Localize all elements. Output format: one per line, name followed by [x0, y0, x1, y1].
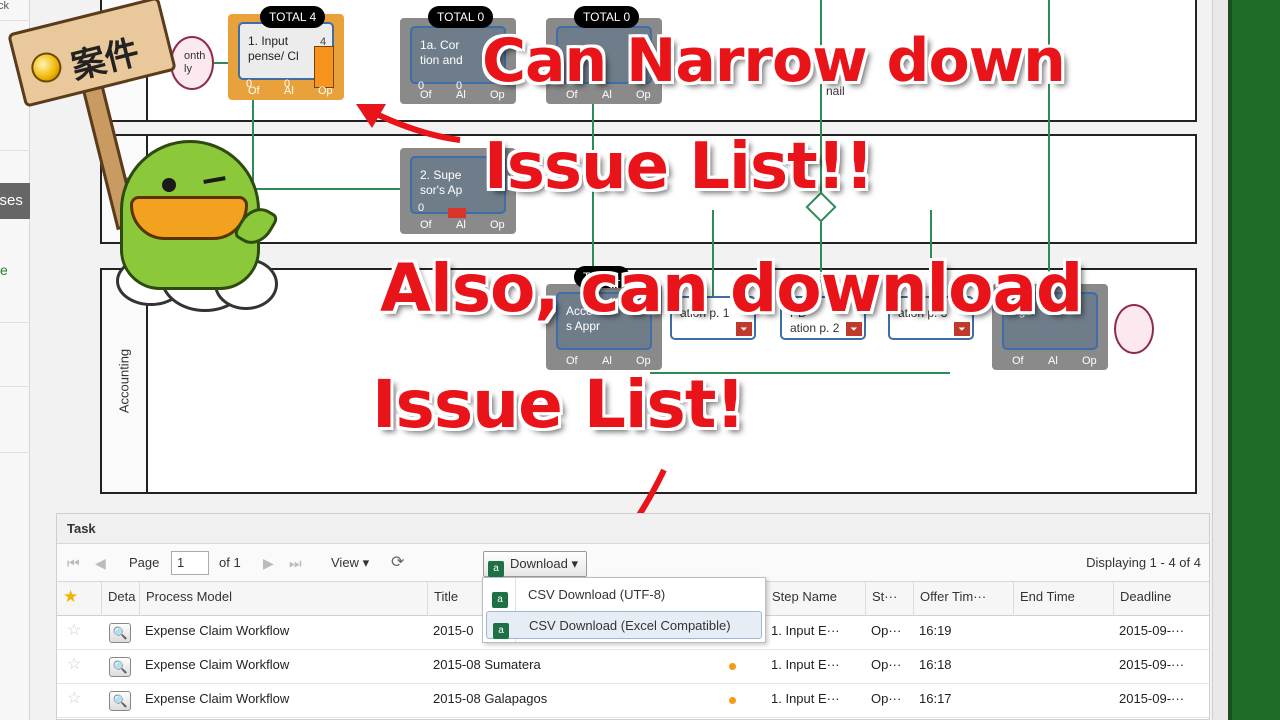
cell-offer-time: 16:18 — [919, 657, 952, 672]
nav-divider — [0, 20, 30, 21]
cell-offer-time: 16:19 — [919, 623, 952, 638]
flow-edge — [252, 100, 254, 190]
cell-status: Op··· — [871, 623, 902, 638]
cell-process-model: Expense Claim Workflow — [145, 691, 290, 706]
mascot-mask — [130, 196, 248, 240]
cell-title: 2015-08 Sumatera — [433, 657, 541, 672]
col-step-name[interactable]: Step Name — [765, 582, 865, 616]
total-badge: TOTAL 0 — [574, 6, 640, 28]
cell-deadline: 2015-09-··· — [1119, 623, 1185, 638]
cell-status: Op··· — [871, 657, 902, 672]
status-dot-icon — [729, 697, 736, 704]
col-process-model[interactable]: Process Model — [139, 582, 427, 616]
col-end-time[interactable]: End Time — [1013, 582, 1113, 616]
first-page-icon[interactable]: ⏮ — [67, 552, 80, 574]
caption-line-4: Issue List! — [372, 366, 745, 443]
cell-step-name: 1. Input E··· — [771, 623, 840, 638]
refresh-icon[interactable]: ⟳ — [391, 552, 404, 574]
count-bar — [314, 46, 334, 88]
favorite-star-icon[interactable]: ☆ — [67, 654, 81, 674]
cell-step-name: 1. Input E··· — [771, 657, 840, 672]
cell-title: 2015-08 Galapagos — [433, 691, 548, 706]
screen: ck sses e visor Accounting ont — [0, 0, 1280, 720]
col-detail[interactable]: Deta — [101, 582, 139, 616]
caption-line-2: Issue List!! — [484, 130, 874, 204]
cell-end-time — [1013, 650, 1113, 684]
task-panel-title: Task — [57, 514, 1209, 544]
nav-divider — [0, 322, 30, 323]
table-row[interactable]: ☆ 🔍 Expense Claim Workflow 2015-08 Sumat… — [57, 650, 1209, 684]
menu-item-csv-utf8[interactable]: a CSV Download (UTF-8) — [486, 581, 762, 609]
cell-deadline: 2015-09-··· — [1119, 691, 1185, 706]
cell-process-model: Expense Claim Workflow — [145, 623, 290, 638]
detail-search-icon[interactable]: 🔍 — [109, 657, 131, 677]
left-nav: ck sses e — [0, 0, 30, 720]
table-row[interactable]: ☆ 🔍 Expense Claim Workflow 2015-08 Galap… — [57, 684, 1209, 718]
col-status[interactable]: St··· — [865, 582, 913, 616]
displaying-count: Displaying 1 - 4 of 4 — [1086, 555, 1201, 570]
alert-bar — [448, 208, 466, 218]
menu-item-csv-excel[interactable]: a CSV Download (Excel Compatible) — [486, 611, 762, 639]
cell-deadline: 2015-09-··· — [1119, 657, 1185, 672]
cell-step-name: 1. Input E··· — [771, 691, 840, 706]
cell-end-time — [1013, 684, 1113, 718]
excel-icon: a — [492, 592, 508, 608]
caption-line-3: Also, can download — [380, 250, 1083, 327]
status-dot-icon — [729, 663, 736, 670]
end-event[interactable] — [1114, 304, 1154, 354]
download-menu: a CSV Download (UTF-8) a CSV Download (Exc… — [482, 577, 766, 643]
nav-divider — [0, 386, 30, 387]
cell-end-time — [1013, 616, 1113, 650]
last-page-icon[interactable]: ⏭ — [289, 552, 302, 574]
favorite-star-icon[interactable]: ☆ — [67, 688, 81, 708]
total-badge: TOTAL 0 — [428, 6, 494, 28]
excel-icon: a — [488, 561, 504, 577]
start-event-label: onth ly — [184, 50, 206, 75]
view-menu-button[interactable]: View ▾ — [331, 552, 369, 574]
page-label: Page — [129, 555, 160, 570]
detail-search-icon[interactable]: 🔍 — [109, 691, 131, 711]
sign-text: 案件 — [67, 32, 144, 88]
cell-offer-time: 16:17 — [919, 691, 952, 706]
nav-top-item[interactable]: ck — [0, 0, 30, 12]
cell-process-model: Expense Claim Workflow — [145, 657, 290, 672]
excel-icon: a — [493, 623, 509, 639]
total-badge: TOTAL 4 — [260, 6, 326, 28]
count-of: 0 — [418, 202, 425, 214]
mascot-eye — [162, 178, 176, 192]
page-of-label: of 1 — [219, 555, 241, 570]
coin-icon — [28, 49, 65, 86]
nav-divider — [0, 150, 30, 151]
page-number-input[interactable]: 1 — [171, 551, 209, 575]
node-footer: Of Al Op — [420, 219, 505, 231]
count-value: 4 — [320, 36, 327, 48]
node-footer: Of Al Op — [248, 85, 333, 97]
favorite-star-icon[interactable]: ☆ — [67, 620, 81, 640]
col-deadline[interactable]: Deadline — [1113, 582, 1211, 616]
cell-status: Op··· — [871, 691, 902, 706]
flow-edge — [252, 188, 412, 190]
download-button[interactable]: a Download ▾ — [483, 551, 587, 577]
vertical-scrollbar[interactable] — [1212, 0, 1228, 720]
col-offer-time[interactable]: Offer Tim··· — [913, 582, 1013, 616]
background-strip — [1228, 0, 1280, 720]
favorite-column-icon[interactable]: ★ — [57, 582, 101, 616]
caption-line-1: Can Narrow down — [482, 26, 1066, 96]
next-page-icon[interactable]: ▶ — [263, 552, 274, 574]
prev-page-icon[interactable]: ◀ — [95, 552, 106, 574]
nav-item-processes[interactable]: sses — [0, 183, 30, 219]
nav-divider — [0, 452, 30, 453]
node-footer: Of Al Op — [1012, 355, 1097, 367]
nav-item-green[interactable]: e — [0, 262, 30, 278]
detail-search-icon[interactable]: 🔍 — [109, 623, 131, 643]
